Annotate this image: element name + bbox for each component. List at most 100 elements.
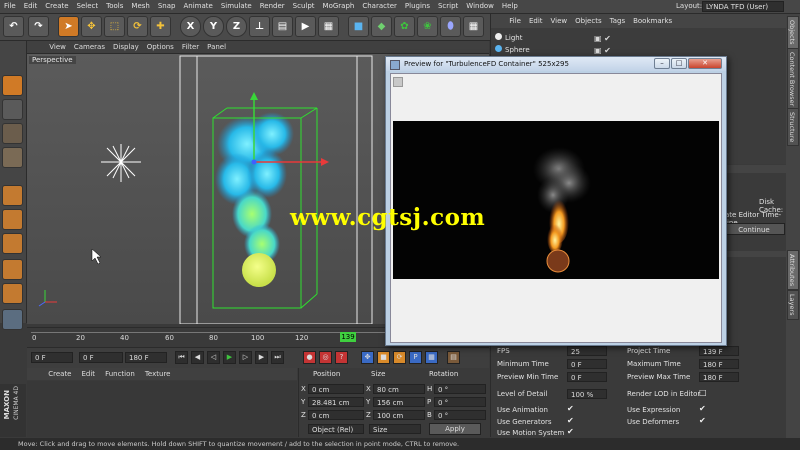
tab-objects[interactable]: Objects xyxy=(787,16,799,49)
render-lod-checkbox[interactable]: □ xyxy=(699,388,707,397)
size-y-field[interactable]: 156 cm xyxy=(373,397,425,407)
maximize-button[interactable]: □ xyxy=(671,58,687,69)
size-x-field[interactable]: 80 cm xyxy=(373,384,425,394)
viewport-menu-cameras[interactable]: Cameras xyxy=(70,41,109,53)
minimize-button[interactable]: – xyxy=(654,58,670,69)
object-item-light[interactable]: Light xyxy=(495,33,522,44)
preview-menu-icon[interactable] xyxy=(393,77,403,87)
menu-snap[interactable]: Snap xyxy=(154,0,180,13)
texture-mode-button[interactable] xyxy=(2,123,23,144)
previous-frame-button[interactable]: ◁ xyxy=(207,351,220,364)
edges-mode-button[interactable] xyxy=(2,209,23,230)
viewport-menu-display[interactable]: Display xyxy=(109,41,143,53)
film-button[interactable]: ▤ xyxy=(447,351,460,364)
floor-button[interactable]: ▦ xyxy=(463,16,484,37)
sphere-visibility-toggle[interactable]: ▣ ✔ xyxy=(594,46,611,55)
position-z-field[interactable]: 0 cm xyxy=(308,410,364,420)
material-menu-edit[interactable]: Edit xyxy=(77,368,101,380)
menu-mograph[interactable]: MoGraph xyxy=(319,0,359,13)
rotate-tool-button[interactable]: ⟳ xyxy=(127,16,148,37)
object-menu-file[interactable]: File xyxy=(505,14,525,28)
tab-attributes[interactable]: Attributes xyxy=(787,250,799,291)
scale-tool-button[interactable]: ⬚ xyxy=(104,16,125,37)
use-deformers-checkbox[interactable]: ✔ xyxy=(699,416,706,425)
key-rotation-button[interactable]: ⟳ xyxy=(393,351,406,364)
material-menu-create[interactable]: Create xyxy=(43,368,76,380)
menu-tools[interactable]: Tools xyxy=(102,0,127,13)
z-axis-button[interactable]: Z xyxy=(226,16,247,37)
next-key-button[interactable]: ▶ xyxy=(255,351,268,364)
play-button[interactable]: ▶ xyxy=(223,351,236,364)
redo-button[interactable]: ↷ xyxy=(28,16,49,37)
magnet-button[interactable] xyxy=(2,283,23,304)
make-editable-button[interactable] xyxy=(2,75,23,96)
y-axis-button[interactable]: Y xyxy=(203,16,224,37)
menu-file[interactable]: File xyxy=(0,0,20,13)
previous-key-button[interactable]: ◀ xyxy=(191,351,204,364)
workplane-button[interactable] xyxy=(2,147,23,168)
move-tool-button[interactable]: ✥ xyxy=(81,16,102,37)
minimum-time-field[interactable]: 0 F xyxy=(567,359,607,369)
select-tool-button[interactable]: ➤ xyxy=(58,16,79,37)
viewport-menu-filter[interactable]: Filter xyxy=(178,41,203,53)
record-button[interactable]: ● xyxy=(303,351,316,364)
menu-create[interactable]: Create xyxy=(41,0,72,13)
go-to-start-button[interactable]: ⏮ xyxy=(175,351,188,364)
maximum-time-field[interactable]: 180 F xyxy=(699,359,739,369)
size-z-field[interactable]: 100 cm xyxy=(373,410,425,420)
render-picture-viewer-button[interactable]: ▶ xyxy=(295,16,316,37)
position-x-field[interactable]: 0 cm xyxy=(308,384,364,394)
position-y-field[interactable]: 28.481 cm xyxy=(308,397,364,407)
autokey-button[interactable]: ◎ xyxy=(319,351,332,364)
continue-button[interactable]: Continue xyxy=(723,223,785,235)
key-parameter-button[interactable]: P xyxy=(409,351,422,364)
fps-field[interactable]: 25 xyxy=(567,346,607,356)
keyframe-selection-button[interactable]: ? xyxy=(335,351,348,364)
points-mode-button[interactable] xyxy=(2,185,23,206)
layout-select[interactable]: LYNDA TFD (User) xyxy=(702,1,784,12)
object-item-sphere[interactable]: Sphere xyxy=(495,45,530,56)
end-frame-field[interactable]: 180 F xyxy=(125,352,167,363)
next-frame-button[interactable]: ▷ xyxy=(239,351,252,364)
preview-max-time-field[interactable]: 180 F xyxy=(699,372,739,382)
object-menu-objects[interactable]: Objects xyxy=(571,14,605,28)
menu-character[interactable]: Character xyxy=(358,0,401,13)
use-generators-checkbox[interactable]: ✔ xyxy=(567,416,574,425)
menu-sculpt[interactable]: Sculpt xyxy=(289,0,319,13)
use-expression-checkbox[interactable]: ✔ xyxy=(699,404,706,413)
scene-button[interactable]: ⬮ xyxy=(440,16,461,37)
object-menu-bookmarks[interactable]: Bookmarks xyxy=(629,14,676,28)
current-frame-marker[interactable]: 139 xyxy=(340,332,356,342)
level-of-detail-field[interactable]: 100 % xyxy=(567,389,607,399)
viewport-menu-panel[interactable]: Panel xyxy=(203,41,230,53)
preview-title-bar[interactable]: Preview for "TurbulenceFD Container" 525… xyxy=(386,57,726,71)
x-axis-button[interactable]: X xyxy=(180,16,201,37)
menu-help[interactable]: Help xyxy=(498,0,522,13)
coordinate-system-button[interactable]: ⊥ xyxy=(249,16,270,37)
object-menu-edit[interactable]: Edit xyxy=(525,14,547,28)
apply-button[interactable]: Apply xyxy=(429,423,481,435)
rotation-b-field[interactable]: 0 ° xyxy=(434,410,486,420)
close-button[interactable]: ✕ xyxy=(688,58,722,69)
menu-render[interactable]: Render xyxy=(256,0,289,13)
size-mode-select[interactable]: Size xyxy=(369,424,421,434)
light-visibility-toggle[interactable]: ▣ ✔ xyxy=(594,34,611,43)
render-settings-button[interactable]: ▦ xyxy=(318,16,339,37)
use-animation-checkbox[interactable]: ✔ xyxy=(567,404,574,413)
tab-content-browser[interactable]: Content Browser xyxy=(787,48,799,111)
key-pla-button[interactable]: ▦ xyxy=(425,351,438,364)
material-list-area[interactable] xyxy=(27,381,297,437)
cube-button[interactable]: ■ xyxy=(348,16,369,37)
material-menu-texture[interactable]: Texture xyxy=(140,368,176,380)
live-selection-button[interactable]: ✚ xyxy=(150,16,171,37)
undo-button[interactable]: ↶ xyxy=(3,16,24,37)
go-to-end-button[interactable]: ⏭ xyxy=(271,351,284,364)
project-time-field[interactable]: 139 F xyxy=(699,346,739,356)
preview-min-time-field[interactable]: 0 F xyxy=(567,372,607,382)
render-view-button[interactable]: ▤ xyxy=(272,16,293,37)
rotation-p-field[interactable]: 0 ° xyxy=(434,397,486,407)
viewport-menu-options[interactable]: Options xyxy=(143,41,178,53)
tab-layers[interactable]: Layers xyxy=(787,290,799,320)
object-menu-tags[interactable]: Tags xyxy=(606,14,630,28)
menu-simulate[interactable]: Simulate xyxy=(217,0,256,13)
